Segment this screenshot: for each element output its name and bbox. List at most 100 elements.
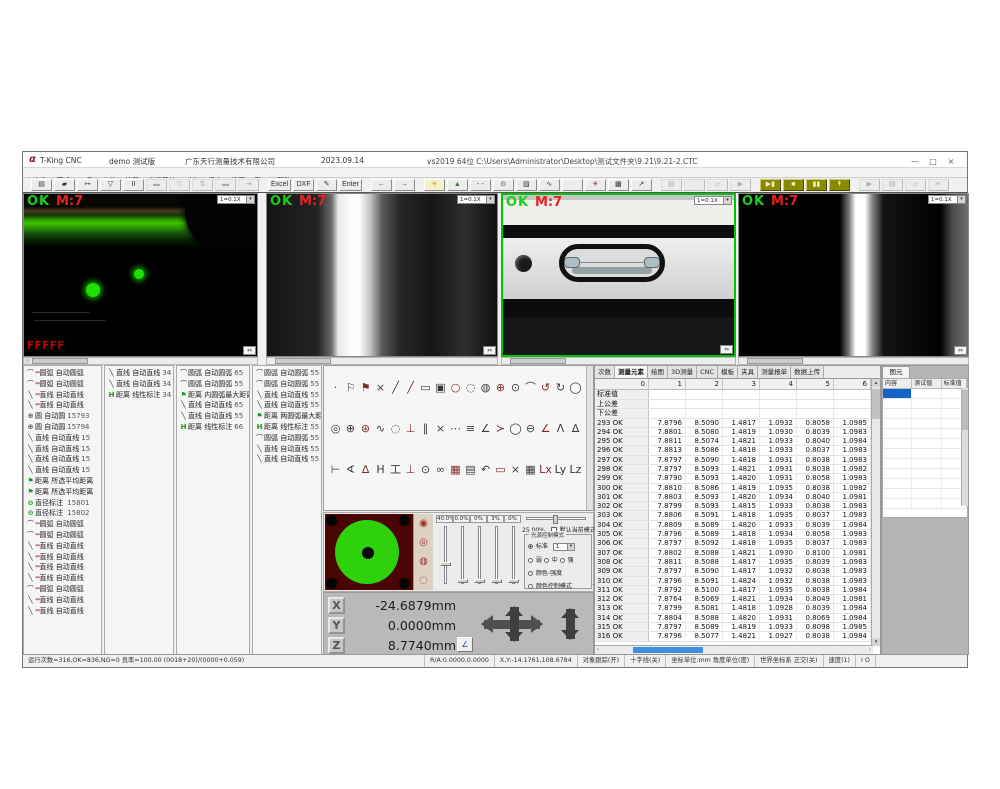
camera-panel-4[interactable]: OK M:7 1=0.1X ▾ ⇔ <box>738 193 969 357</box>
palette-tool-icon[interactable]: × <box>508 463 523 476</box>
element-row[interactable] <box>883 479 967 489</box>
palette-tool-icon[interactable]: ◯ <box>568 381 583 394</box>
table-row[interactable]: 315 OK7.87978.50891.48191.09330.80981.09… <box>595 623 880 632</box>
palette-tool-icon[interactable]: ⊙ <box>508 381 523 394</box>
feature-item[interactable]: ⌒圆弧 自动圆弧55 <box>177 379 249 390</box>
feature-item[interactable]: ⚑距离 内圆弧最大距离 <box>177 390 249 401</box>
probe-path-button[interactable]: ↦ <box>77 179 98 191</box>
blank-button[interactable] <box>562 179 583 191</box>
feature-item[interactable]: ╲***直线 自动直线 <box>24 400 101 411</box>
palette-tool-icon[interactable]: ∆ <box>358 463 373 476</box>
feature-item[interactable]: ⌒***圆弧 自动圆弧 <box>24 530 101 541</box>
palette-tool-icon[interactable]: ╱ <box>403 381 418 394</box>
ring-selector-strip[interactable]: ◉ ◎ ◍ ◌ <box>413 514 433 590</box>
table-row[interactable]: 296 OK7.88138.50861.48181.09330.80371.09… <box>595 446 880 455</box>
element-vscrollbar[interactable] <box>961 388 968 506</box>
feature-item[interactable]: ⌒***圆弧 自动圆弧 <box>24 379 101 390</box>
feature-item[interactable]: ╲直线 自动直线55 <box>253 390 321 401</box>
palette-tool-icon[interactable]: ▦ <box>523 463 538 476</box>
table-row[interactable]: 313 OK7.87998.50811.48181.09280.80391.09… <box>595 604 880 613</box>
palette-tool-icon[interactable]: ⊥ <box>403 463 418 476</box>
camera-zoom-select[interactable]: 1=0.1X ▾ <box>694 196 732 205</box>
close-button[interactable]: × <box>943 156 959 168</box>
camera-panel-3-selected[interactable]: OK M:7 1=0.1X ▾ ⇔ <box>501 193 736 357</box>
feature-item[interactable]: ╲直线 自动直线65 <box>177 400 249 411</box>
palette-tool-icon[interactable]: ⊖ <box>523 422 538 435</box>
element-row[interactable] <box>883 419 967 429</box>
standard-level-select[interactable]: 1▾ <box>553 543 575 551</box>
camera-panel-2[interactable]: OK M:7 1=0.1X ▾ ⇔ <box>266 193 498 357</box>
feature-item[interactable]: ╲***直线 自动直线 <box>24 390 101 401</box>
palette-tool-icon[interactable]: ↺ <box>538 381 553 394</box>
light-slider[interactable]: 0% <box>470 515 487 589</box>
minimize-button[interactable]: — <box>907 156 923 168</box>
ring-option-icon[interactable]: ◉ <box>414 514 433 533</box>
camera-zoom-select[interactable]: 1=0.1X ▾ <box>217 195 255 204</box>
palette-tool-icon[interactable]: Ly <box>553 463 568 476</box>
slider-track[interactable] <box>478 526 481 584</box>
dxf-export-button[interactable]: DXF <box>293 179 314 191</box>
feature-item[interactable]: ⌒***圆弧 自动圆弧 <box>24 584 101 595</box>
table-row[interactable]: 302 OK7.87998.50931.48151.09330.80381.09… <box>595 502 880 511</box>
maximize-button[interactable]: □ <box>925 156 941 168</box>
slider-handle[interactable] <box>440 562 451 566</box>
slider-track[interactable] <box>512 526 515 584</box>
feature-item[interactable]: ╲直线 自动直线15 <box>24 454 101 465</box>
palette-tool-icon[interactable]: ⊕ <box>343 422 358 435</box>
slider-handle[interactable] <box>491 579 502 583</box>
x-axis-button[interactable]: X <box>328 597 345 614</box>
table-row[interactable]: 300 OK7.88108.50861.48191.09350.80381.09… <box>595 484 880 493</box>
standard-radio[interactable] <box>528 544 533 549</box>
element-row[interactable] <box>883 449 967 459</box>
palette-tool-icon[interactable]: ⋯ <box>448 422 463 435</box>
feature-item[interactable]: ⚑距离 两圆弧最大距离 <box>253 411 321 422</box>
table-row[interactable]: 303 OK7.88068.50911.48181.09350.80371.09… <box>595 511 880 520</box>
palette-tool-icon[interactable]: Lx <box>538 463 553 476</box>
results-hscrollbar[interactable]: ‹› <box>595 645 873 654</box>
palette-tool-icon[interactable]: Λ <box>553 422 568 435</box>
arrow-left-button[interactable]: ← <box>371 179 392 191</box>
slider-track[interactable] <box>444 526 447 584</box>
palette-tool-icon[interactable]: ⊢ <box>328 463 343 476</box>
palette-tool-icon[interactable]: ▭ <box>418 381 433 394</box>
save-button[interactable]: ▤ <box>31 179 52 191</box>
table-row[interactable]: 295 OK7.88118.50741.48211.09330.80401.09… <box>595 437 880 446</box>
feature-item[interactable]: ⌒***圆弧 自动圆弧 <box>24 519 101 530</box>
palette-vscrollbar[interactable] <box>586 366 593 510</box>
feature-item[interactable]: ⌒圆弧 自动圆弧55 <box>253 433 321 444</box>
camera-resize-handle[interactable]: ⇔ <box>483 346 496 355</box>
palette-tool-icon[interactable]: ↻ <box>553 381 568 394</box>
palette-tool-icon[interactable]: ∢ <box>343 463 358 476</box>
table-row[interactable]: 306 OK7.87978.50921.48181.09350.80371.09… <box>595 539 880 548</box>
palette-tool-icon[interactable]: ◎ <box>328 422 343 435</box>
results-tab[interactable]: 绘图 <box>648 366 668 378</box>
level-radio[interactable] <box>544 558 549 563</box>
camera-zoom-select[interactable]: 1=0.1X ▾ <box>457 195 495 204</box>
palette-tool-icon[interactable]: ⊥ <box>403 422 418 435</box>
level-radio[interactable] <box>560 558 565 563</box>
element-row[interactable] <box>883 489 967 499</box>
feature-item[interactable]: ╲***直线 自动直线 <box>24 541 101 552</box>
pen-button[interactable]: ✎ <box>316 179 337 191</box>
feature-item[interactable]: ⊕圆 自动圆15793 <box>24 411 101 422</box>
dither-button[interactable]: ▨ <box>516 179 537 191</box>
results-tab[interactable]: CNC <box>697 366 718 378</box>
table-row[interactable]: 310 OK7.87968.50911.48241.09320.80381.09… <box>595 577 880 586</box>
table-row[interactable]: 294 OK7.88018.50801.48191.09300.80391.09… <box>595 428 880 437</box>
level-radio[interactable] <box>528 558 533 563</box>
stop-button[interactable]: ■ <box>783 179 804 191</box>
chevron-down-icon[interactable]: ▾ <box>246 196 254 203</box>
palette-tool-icon[interactable]: ⌒ <box>523 379 538 395</box>
feature-item[interactable]: ⌒圆弧 自动圆弧55 <box>253 368 321 379</box>
camera-zoom-select[interactable]: 1=0.1X ▾ <box>928 195 966 204</box>
element-row[interactable] <box>883 389 967 399</box>
feature-item[interactable]: ⌒***圆弧 自动圆弧 <box>24 368 101 379</box>
feature-item[interactable]: ╲直线 自动直线55 <box>253 454 321 465</box>
table-row[interactable]: 293 OK7.87968.50901.48171.09320.80581.09… <box>595 419 880 428</box>
palette-tool-icon[interactable]: ⚑ <box>358 381 373 394</box>
brightness-hslider[interactable] <box>526 517 586 520</box>
palette-tool-icon[interactable]: ∆ <box>568 422 583 435</box>
feature-item[interactable]: ╲直线 自动直线55 <box>253 444 321 455</box>
table-row[interactable]: 301 OK7.88038.50931.48201.09340.80401.09… <box>595 493 880 502</box>
feature-item[interactable]: H距离 线性标注55 <box>253 422 321 433</box>
